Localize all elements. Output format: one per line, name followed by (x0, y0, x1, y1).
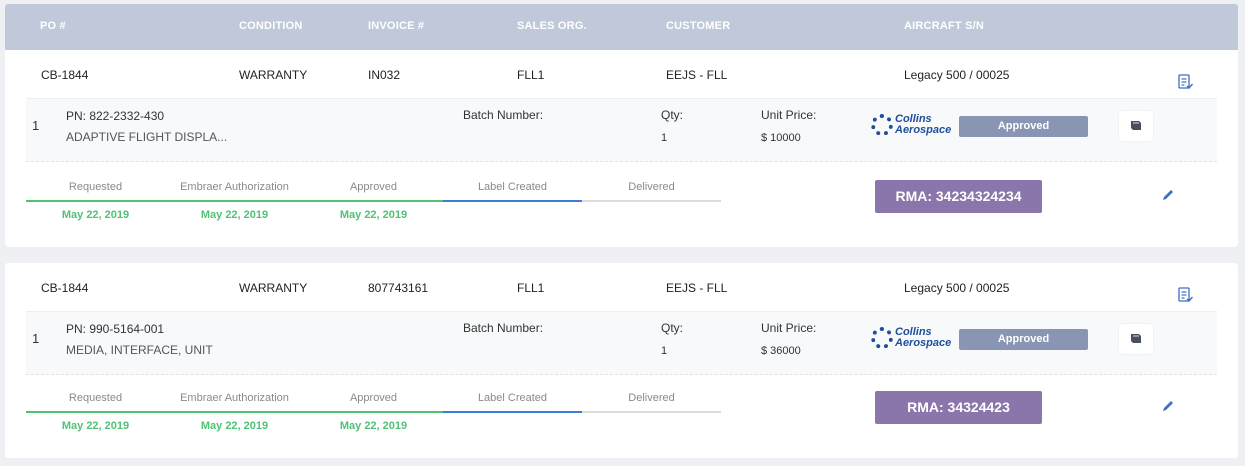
rma-button[interactable]: RMA: 34234324234 (875, 180, 1042, 213)
qty-value: 1 (661, 345, 668, 357)
aircraft-sn: Legacy 500 / 00025 (904, 281, 1010, 295)
line-item: 1 PN: 990-5164-001 MEDIA, INTERFACE, UNI… (26, 311, 1217, 375)
sales-org: FLL1 (517, 281, 545, 295)
status-badge: Approved (959, 116, 1088, 137)
step-approved: Approved (349, 181, 398, 193)
unit-price-label: Unit Price: (761, 108, 817, 122)
invoice-number: 807743161 (368, 281, 429, 295)
po-number: CB-1844 (41, 281, 89, 295)
pencil-icon[interactable] (1161, 188, 1175, 202)
part-description: ADAPTIVE FLIGHT DISPLA... (66, 130, 228, 144)
part-description: MEDIA, INTERFACE, UNIT (66, 343, 213, 357)
part-number: PN: 822-2332-430 (66, 109, 165, 123)
step-date: May 22, 2019 (200, 420, 269, 432)
part-number: PN: 990-5164-001 (66, 322, 165, 336)
progress-bar-current (443, 411, 582, 413)
line-number: 1 (32, 118, 40, 133)
customer: EEJS - FLL (666, 68, 728, 82)
step-embraer-authorization: Embraer Authorization (180, 181, 289, 193)
progress-bar-done (26, 200, 443, 202)
qty-value: 1 (661, 132, 668, 144)
rma-button[interactable]: RMA: 34324423 (875, 391, 1042, 424)
table-header: PO # CONDITION INVOICE # SALES ORG. CUST… (5, 4, 1238, 50)
progress-bar-done (26, 411, 443, 413)
pencil-icon[interactable] (1161, 399, 1175, 413)
progress-bar-pending (582, 200, 721, 202)
batch-number-label: Batch Number: (463, 108, 544, 122)
step-label-created: Label Created (477, 392, 548, 404)
qty-label: Qty: (661, 108, 684, 122)
unit-price-label: Unit Price: (761, 321, 817, 335)
view-details-button[interactable] (1119, 111, 1153, 141)
logo-ring-icon (871, 327, 893, 349)
step-date: May 22, 2019 (61, 209, 130, 221)
customer: EEJS - FLL (666, 281, 728, 295)
progress-bar-pending (582, 411, 721, 413)
column-header-sales-org: SALES ORG. (517, 20, 587, 32)
collins-aerospace-logo: Collins Aerospace (871, 113, 951, 139)
order-card: CB-1844 WARRANTY IN032 FLL1 EEJS - FLL L… (5, 50, 1238, 247)
progress-bar-current (443, 200, 582, 202)
unit-price-value: $ 10000 (761, 132, 801, 144)
column-header-aircraft: AIRCRAFT S/N (904, 20, 985, 32)
status-badge: Approved (959, 329, 1088, 350)
step-date: May 22, 2019 (339, 209, 408, 221)
batch-number-label: Batch Number: (463, 321, 544, 335)
invoice-number: IN032 (368, 68, 401, 82)
step-delivered: Delivered (628, 392, 675, 404)
document-list-icon[interactable] (1177, 287, 1193, 303)
column-header-po: PO # (40, 20, 66, 32)
step-requested: Requested (68, 181, 123, 193)
step-delivered: Delivered (628, 181, 675, 193)
step-date: May 22, 2019 (200, 209, 269, 221)
step-date: May 22, 2019 (339, 420, 408, 432)
step-label-created: Label Created (477, 181, 548, 193)
step-embraer-authorization: Embraer Authorization (180, 392, 289, 404)
collins-aerospace-logo: Collins Aerospace (871, 326, 951, 352)
po-number: CB-1844 (41, 68, 89, 82)
book-icon (1131, 334, 1141, 343)
qty-label: Qty: (661, 321, 684, 335)
condition: WARRANTY (239, 68, 308, 82)
column-header-condition: CONDITION (239, 20, 303, 32)
sales-org: FLL1 (517, 68, 545, 82)
order-card: CB-1844 WARRANTY 807743161 FLL1 EEJS - F… (5, 263, 1238, 458)
view-details-button[interactable] (1119, 324, 1153, 354)
book-icon (1131, 121, 1141, 130)
condition: WARRANTY (239, 281, 308, 295)
step-requested: Requested (68, 392, 123, 404)
column-header-customer: CUSTOMER (666, 20, 731, 32)
logo-ring-icon (871, 114, 893, 136)
line-number: 1 (32, 331, 40, 346)
line-item: 1 PN: 822-2332-430 ADAPTIVE FLIGHT DISPL… (26, 98, 1217, 162)
step-approved: Approved (349, 392, 398, 404)
step-date: May 22, 2019 (61, 420, 130, 432)
column-header-invoice: INVOICE # (368, 20, 425, 32)
document-list-icon[interactable] (1177, 74, 1193, 90)
unit-price-value: $ 36000 (761, 345, 801, 357)
aircraft-sn: Legacy 500 / 00025 (904, 68, 1010, 82)
